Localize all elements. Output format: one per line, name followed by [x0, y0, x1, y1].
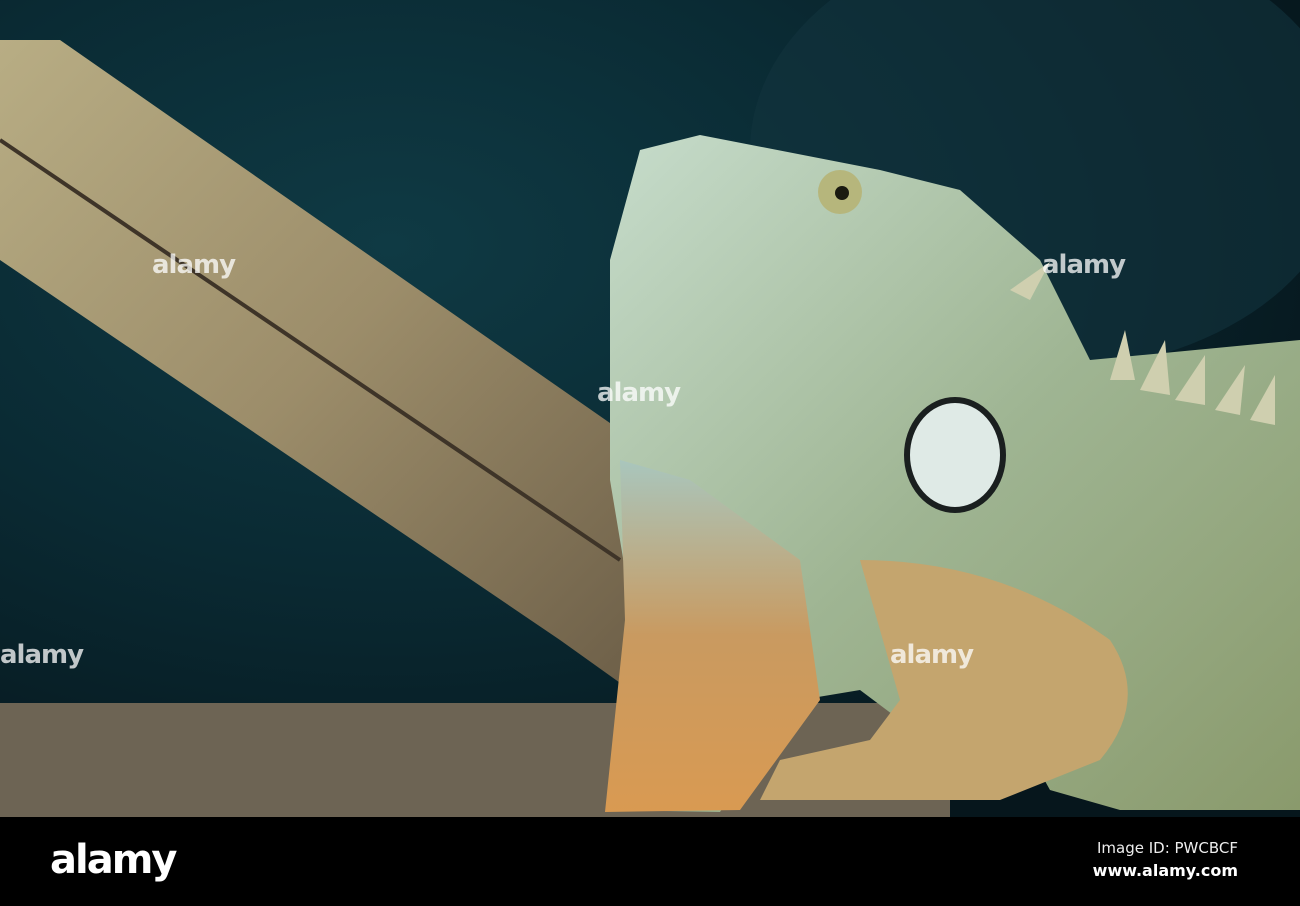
diagonal-branch	[0, 40, 630, 690]
website-url: www.alamy.com	[1092, 861, 1238, 880]
subtympanic-shield	[904, 397, 1006, 513]
watermark: alamy	[597, 378, 681, 408]
footer-bar: alamy Image ID: PWCBCF www.alamy.com	[0, 817, 1300, 906]
image-id: Image ID: PWCBCF	[1096, 839, 1238, 857]
photo-illustration	[0, 0, 1300, 817]
iguana-photo: alamy alamy alamy alamy alamy	[0, 0, 1300, 817]
watermark: alamy	[152, 250, 236, 280]
alamy-logo: alamy	[50, 837, 177, 883]
watermark: alamy	[0, 640, 84, 670]
watermark: alamy	[890, 640, 974, 670]
watermark: alamy	[1042, 250, 1126, 280]
